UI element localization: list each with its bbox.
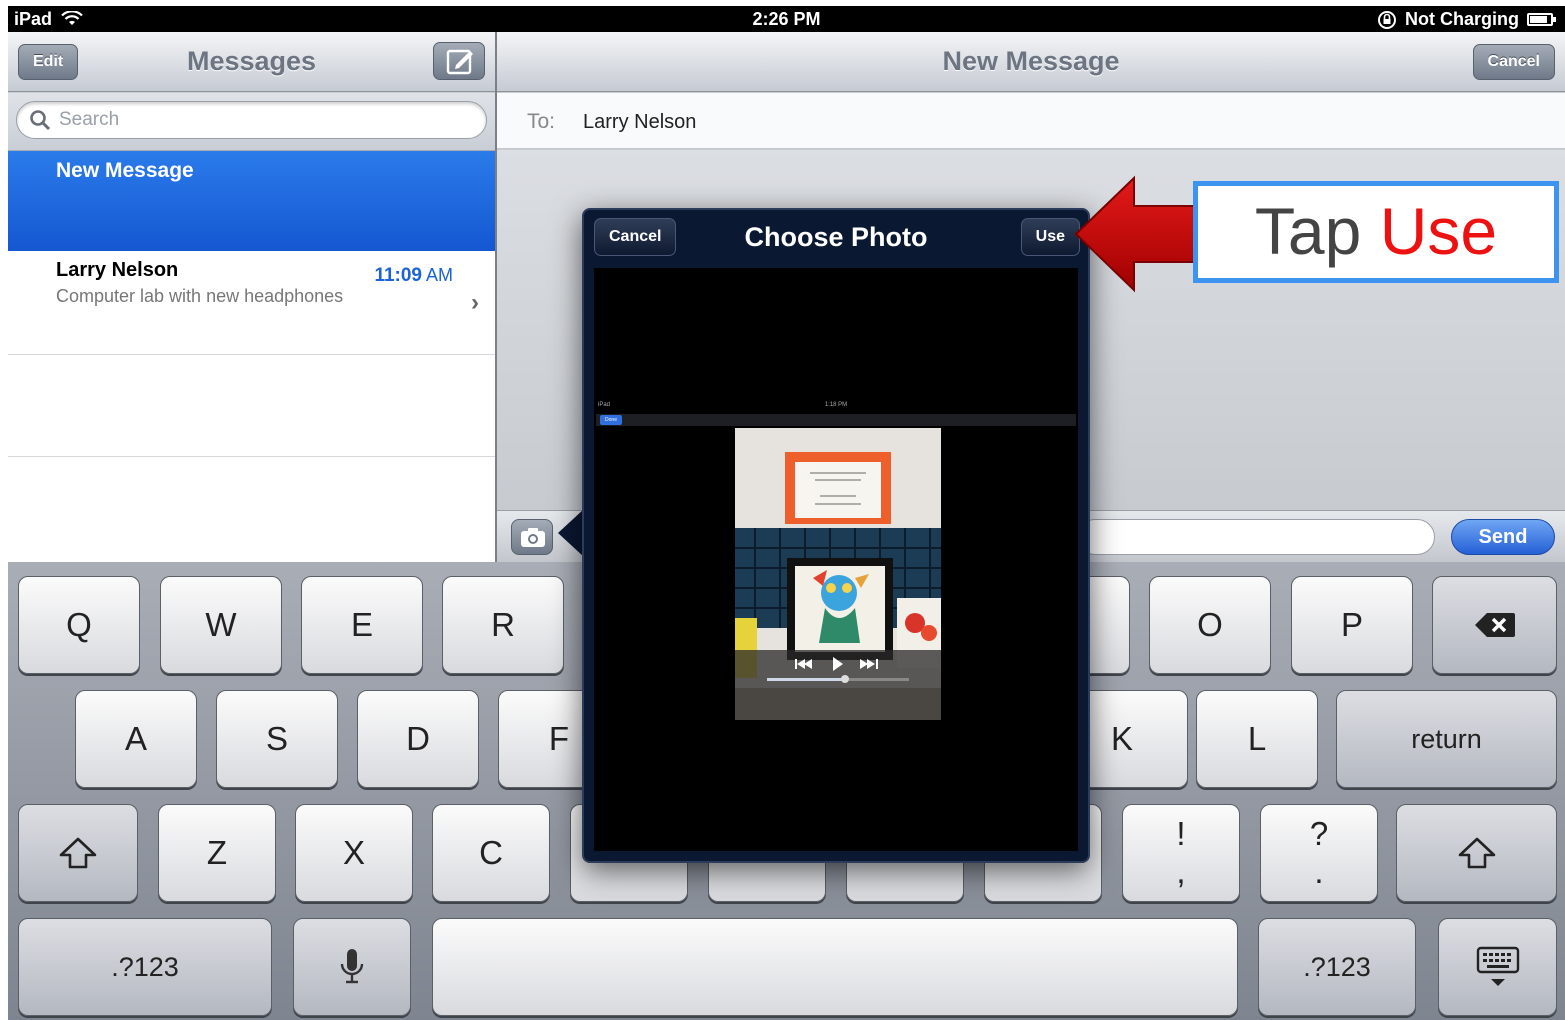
new-message-title: New Message — [942, 46, 1120, 76]
key-d[interactable]: D — [357, 690, 479, 788]
search-bar: Search — [8, 93, 495, 151]
battery-fill — [1530, 16, 1547, 23]
conversation-preview: Computer lab with new headphones — [56, 286, 344, 306]
key-exclaim-top: ! — [1176, 815, 1186, 852]
space-key[interactable] — [432, 918, 1238, 1016]
callout-word-tap: Tap — [1254, 194, 1362, 268]
key-o[interactable]: O — [1149, 576, 1271, 674]
dictation-key[interactable] — [293, 918, 411, 1016]
shift-icon — [1458, 837, 1495, 869]
dismiss-keyboard-key[interactable] — [1438, 918, 1557, 1016]
conversation-row[interactable]: Larry Nelson 11:09 AM Computer lab with … — [8, 251, 495, 355]
key-e[interactable]: E — [301, 576, 423, 674]
to-field[interactable]: To: Larry Nelson — [497, 93, 1565, 149]
key-exclaim-bottom: , — [1176, 853, 1186, 890]
instruction-callout: Tap Use — [1193, 181, 1559, 283]
key-x[interactable]: X — [295, 804, 413, 902]
key-q[interactable]: Q — [18, 576, 140, 674]
conversation-list: Search New Message Larry Nelson 11:09 AM… — [8, 93, 495, 563]
shift-key-left[interactable] — [18, 804, 138, 902]
ipad-screen: iPad 2:26 PM Not Charging Edit Messages — [8, 6, 1565, 1020]
shift-icon — [59, 837, 97, 869]
search-icon — [30, 110, 51, 131]
chevron-right-icon: › — [471, 289, 479, 316]
choose-photo-popover: Cancel Choose Photo Use iPad 1:18 PM Don… — [582, 208, 1090, 863]
key-question-top: ? — [1309, 815, 1329, 852]
compose-cancel-button[interactable]: Cancel — [1472, 44, 1555, 80]
compose-icon — [446, 49, 473, 75]
preview-done-button: Done — [600, 415, 622, 425]
to-label: To: — [527, 110, 556, 133]
key-question-period[interactable]: ? . — [1260, 804, 1378, 902]
numbers-key-right[interactable]: .?123 — [1258, 918, 1416, 1016]
charging-status: Not Charging — [1405, 9, 1519, 29]
callout-word-use: Use — [1379, 194, 1498, 268]
preview-status-bar: iPad 1:18 PM — [596, 402, 1076, 410]
key-exclaim-comma[interactable]: ! , — [1122, 804, 1240, 902]
key-c[interactable]: C — [432, 804, 550, 902]
preview-toolbar: Done — [596, 414, 1076, 426]
key-p[interactable]: P — [1291, 576, 1413, 674]
send-button[interactable]: Send — [1451, 519, 1555, 555]
status-right: Not Charging — [1377, 9, 1556, 30]
photo-image — [735, 428, 941, 720]
messages-title: Messages — [186, 46, 317, 76]
empty-row — [8, 355, 495, 457]
photo-thumbnail[interactable] — [735, 428, 941, 720]
key-question-bottom: . — [1314, 853, 1324, 890]
keyboard-dismiss-icon — [1476, 946, 1519, 986]
popover-header: Cancel Choose Photo Use — [584, 210, 1088, 268]
new-message-row[interactable]: New Message — [8, 151, 495, 251]
popover-title: Choose Photo — [744, 222, 928, 252]
messages-navbar: Edit Messages — [8, 32, 495, 92]
key-r[interactable]: R — [442, 576, 564, 674]
status-time: 2:26 PM — [752, 9, 821, 29]
compose-button[interactable] — [433, 42, 485, 80]
status-bar: iPad 2:26 PM Not Charging — [8, 6, 1565, 32]
key-s[interactable]: S — [216, 690, 338, 788]
numbers-key-left[interactable]: .?123 — [18, 918, 272, 1016]
new-message-row-label: New Message — [56, 159, 194, 182]
delete-key[interactable] — [1432, 576, 1557, 674]
key-w[interactable]: W — [160, 576, 282, 674]
annotation-arrow-icon — [1074, 175, 1201, 293]
key-z[interactable]: Z — [158, 804, 276, 902]
return-key[interactable]: return — [1336, 690, 1557, 788]
search-input[interactable]: Search — [16, 101, 487, 139]
shift-key-right[interactable] — [1396, 804, 1557, 902]
backspace-icon — [1474, 613, 1515, 637]
key-l[interactable]: L — [1196, 690, 1318, 788]
photo-preview-area: iPad 1:18 PM Done — [594, 268, 1078, 851]
battery-icon — [1527, 13, 1556, 26]
camera-button[interactable] — [511, 519, 553, 555]
camera-icon — [521, 528, 545, 547]
popover-arrow — [558, 509, 584, 557]
microphone-icon — [340, 949, 364, 984]
to-recipient: Larry Nelson — [583, 111, 697, 133]
preview-status-time: 1:18 PM — [824, 402, 848, 408]
key-a[interactable]: A — [75, 690, 197, 788]
rotation-lock-icon — [1378, 10, 1396, 29]
conversation-time-value: 11:09 — [374, 265, 422, 286]
conversation-ampm: AM — [426, 265, 453, 285]
search-placeholder: Search — [59, 109, 120, 130]
message-text-input[interactable] — [1077, 519, 1435, 555]
new-message-navbar: New Message Cancel — [497, 32, 1565, 92]
conversation-time: 11:09 AM — [374, 265, 453, 287]
